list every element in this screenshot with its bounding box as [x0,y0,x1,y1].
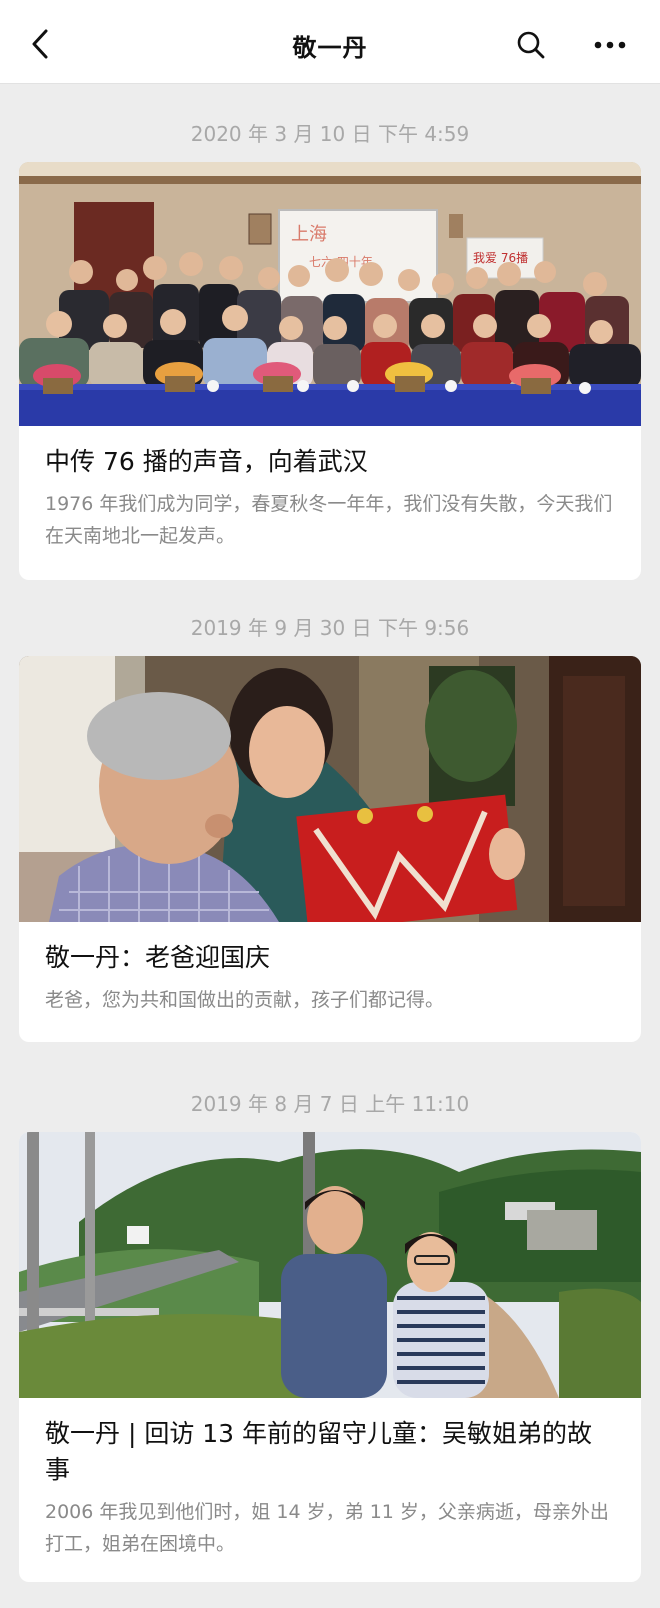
top-navigation-bar: 敬一丹 [0,0,660,84]
svg-text:上海: 上海 [291,224,327,245]
article-title[interactable]: 敬一丹：老爸迎国庆 [45,940,615,976]
article-text: 中传 76 播的声音，向着武汉 1976 年我们成为同学，春夏秋冬一年年，我们没… [19,426,641,552]
article-text: 敬一丹 | 回访 13 年前的留守儿童：吴敏姐弟的故事 2006 年我见到他们时… [19,1398,641,1560]
page-title: 敬一丹 [292,34,368,62]
article-timestamp: 2019 年 8 月 7 日 上午 11:10 [190,1092,470,1116]
more-dots-icon [594,41,626,49]
article-cover-image [19,656,641,922]
article-cover-image [19,1132,641,1398]
article-title[interactable]: 敬一丹 | 回访 13 年前的留守儿童：吴敏姐弟的故事 [45,1416,615,1488]
article-timestamp: 2019 年 9 月 30 日 下午 9:56 [190,616,470,640]
banner-lettering: 我爱 76播 [473,251,528,265]
search-button[interactable] [514,28,548,62]
article-description: 2006 年我见到他们时，姐 14 岁，弟 11 岁，父亲病逝，母亲外出打工，姐… [45,1501,609,1555]
article-timestamp: 2020 年 3 月 10 日 下午 4:59 [190,122,470,146]
article-cover-image: 上海 七六 四十年 我爱 76播 [19,162,641,426]
article-description: 老爸，您为共和国做出的贡献，孩子们都记得。 [45,989,445,1011]
article-text: 敬一丹：老爸迎国庆 老爸，您为共和国做出的贡献，孩子们都记得。 [19,922,641,1016]
article-title[interactable]: 中传 76 播的声音，向着武汉 [45,444,615,480]
more-button[interactable] [590,30,630,60]
article-card[interactable]: 上海 七六 四十年 我爱 76播 中传 76 播的声音，向着武汉 1976 年我… [19,162,641,580]
search-icon [517,31,545,59]
article-card[interactable]: 敬一丹 | 回访 13 年前的留守儿童：吴敏姐弟的故事 2006 年我见到他们时… [19,1132,641,1582]
article-card[interactable]: 敬一丹：老爸迎国庆 老爸，您为共和国做出的贡献，孩子们都记得。 [19,656,641,1042]
article-description: 1976 年我们成为同学，春夏秋冬一年年，我们没有失散，今天我们在天南地北一起发… [45,493,613,547]
